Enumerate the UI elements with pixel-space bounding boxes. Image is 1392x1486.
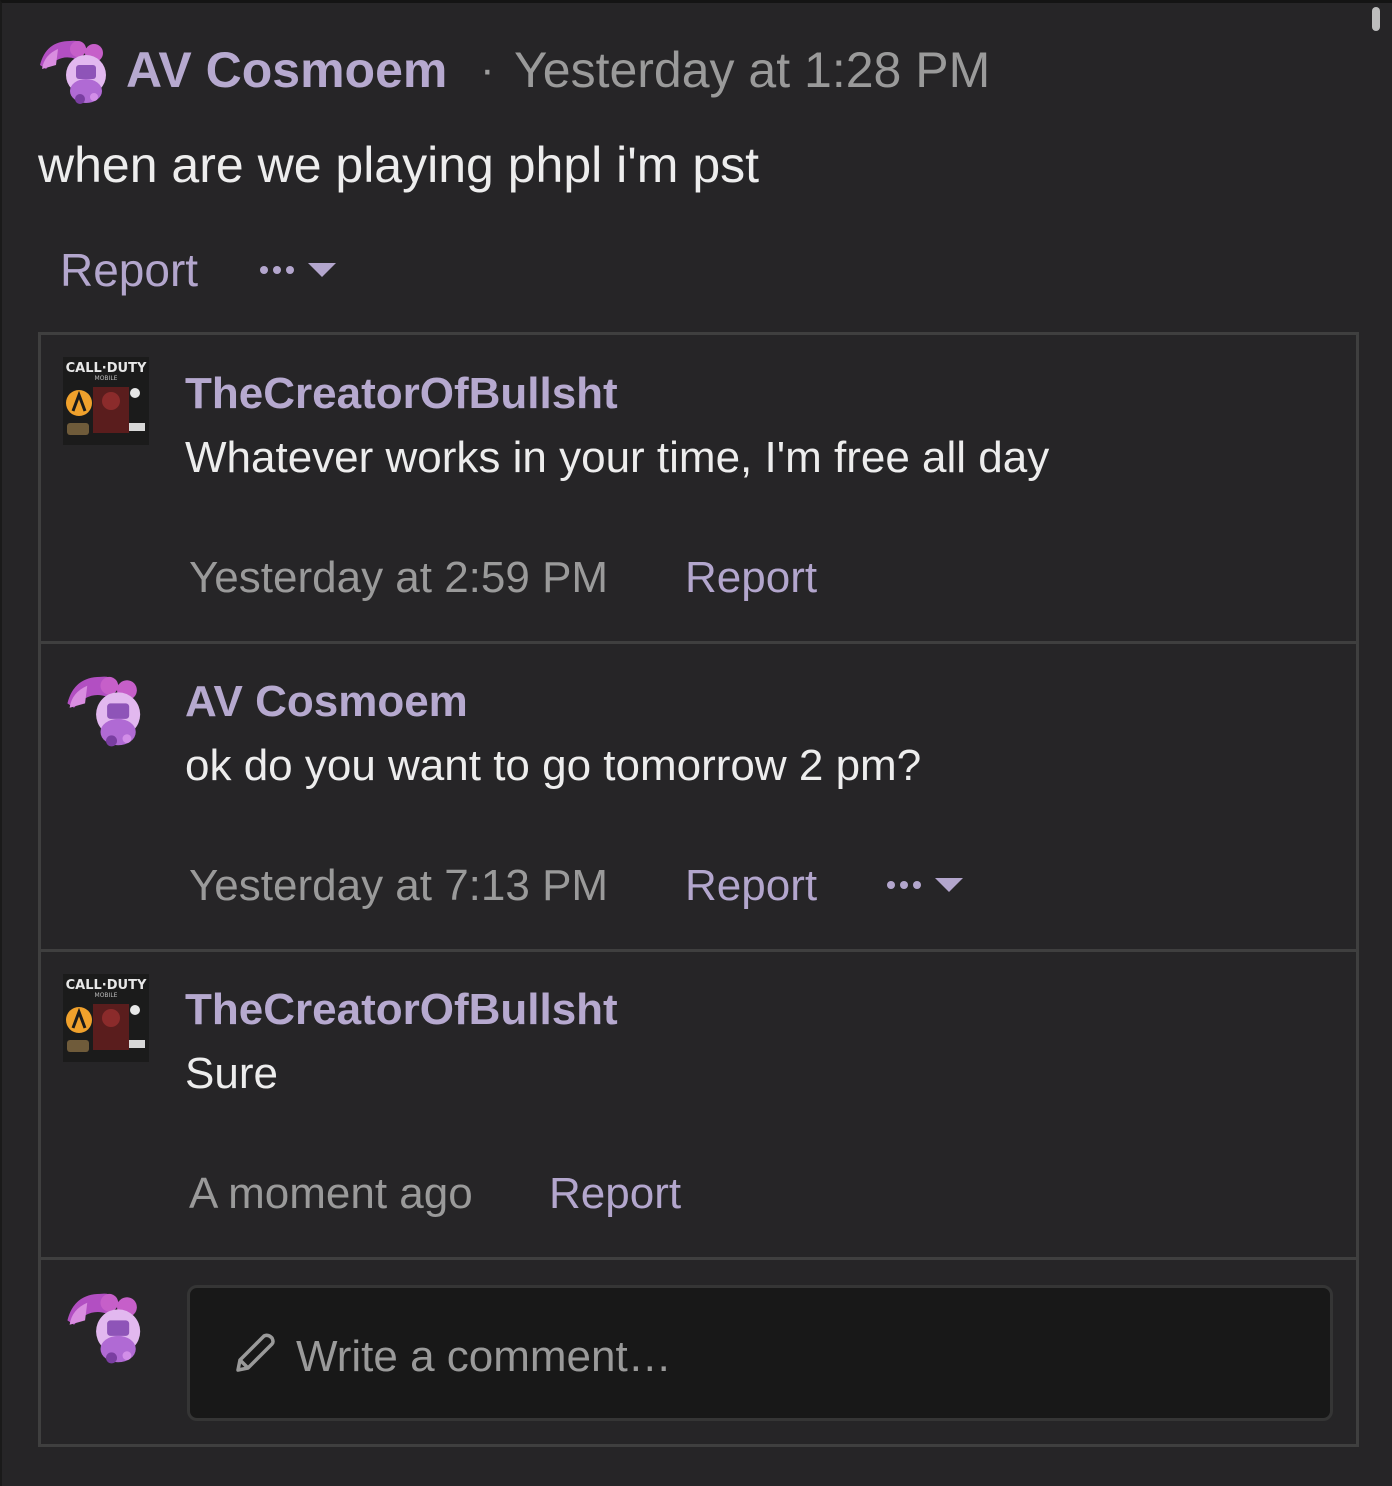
comment-report-link[interactable]: Report — [685, 553, 817, 603]
post-author-name[interactable]: AV Cosmoem — [126, 41, 447, 99]
comment-item: CALL·DUTY MOBILE TheCreatorOfBullsht Sur… — [41, 952, 1356, 1260]
comment-author-avatar[interactable]: CALL·DUTY MOBILE — [63, 974, 149, 1062]
post-more-options-button[interactable] — [260, 263, 336, 277]
comment-author-avatar[interactable]: CALL·DUTY MOBILE — [63, 357, 149, 445]
comment-timestamp[interactable]: Yesterday at 7:13 PM — [189, 861, 608, 911]
comment-body-text: Whatever works in your time, I'm free al… — [185, 433, 1050, 482]
ellipsis-icon — [260, 266, 294, 274]
chevron-down-icon — [308, 263, 336, 277]
comment-input[interactable]: Write a comment… — [187, 1285, 1333, 1421]
post-body-text: when are we playing phpl i'm pst — [38, 137, 760, 193]
post-meta-separator: · — [480, 45, 495, 94]
composer-user-avatar — [63, 1287, 149, 1367]
comment-report-link[interactable]: Report — [685, 861, 817, 911]
comments-section: CALL·DUTY MOBILE TheCreatorOfBullsht Wha… — [38, 332, 1359, 1447]
comment-input-placeholder: Write a comment… — [296, 1332, 672, 1381]
chevron-down-icon — [935, 878, 963, 892]
comment-body-text: Sure — [185, 1049, 278, 1098]
comment-more-options-button[interactable] — [887, 878, 963, 892]
comment-report-link[interactable]: Report — [549, 1169, 681, 1219]
comment-author-avatar[interactable] — [63, 670, 149, 750]
cod-mobile-subtext: MOBILE — [95, 375, 118, 382]
post-author-avatar[interactable] — [36, 35, 114, 107]
comment-timestamp[interactable]: Yesterday at 2:59 PM — [189, 553, 608, 603]
anime-character-avatar-icon — [67, 676, 141, 747]
cod-logo-text: CALL·DUTY — [66, 361, 147, 376]
scrollbar[interactable] — [1372, 7, 1380, 31]
anime-character-avatar-icon — [40, 40, 106, 104]
comment-thread-page: AV Cosmoem · Yesterday at 1:28 PM when a… — [0, 0, 1392, 1486]
cod-logo-text: CALL·DUTY — [66, 978, 147, 993]
ellipsis-icon — [887, 881, 921, 889]
comment-timestamp[interactable]: A moment ago — [189, 1169, 473, 1219]
anime-character-avatar-icon — [67, 1293, 141, 1364]
comment-body-text: ok do you want to go tomorrow 2 pm? — [185, 741, 922, 790]
comment-author-name[interactable]: TheCreatorOfBullsht — [185, 985, 618, 1035]
comment-author-name[interactable]: AV Cosmoem — [185, 677, 468, 727]
post-report-link[interactable]: Report — [60, 243, 198, 297]
post-timestamp[interactable]: Yesterday at 1:28 PM — [514, 41, 990, 99]
cod-mobile-subtext: MOBILE — [95, 992, 118, 999]
call-of-duty-mobile-avatar-icon: CALL·DUTY MOBILE — [63, 974, 149, 1062]
comment-author-name[interactable]: TheCreatorOfBullsht — [185, 369, 618, 419]
comment-item: AV Cosmoem ok do you want to go tomorrow… — [41, 644, 1356, 952]
comment-item: CALL·DUTY MOBILE TheCreatorOfBullsht Wha… — [41, 335, 1356, 644]
call-of-duty-mobile-avatar-icon: CALL·DUTY MOBILE — [63, 357, 149, 445]
pencil-icon — [230, 1330, 278, 1383]
